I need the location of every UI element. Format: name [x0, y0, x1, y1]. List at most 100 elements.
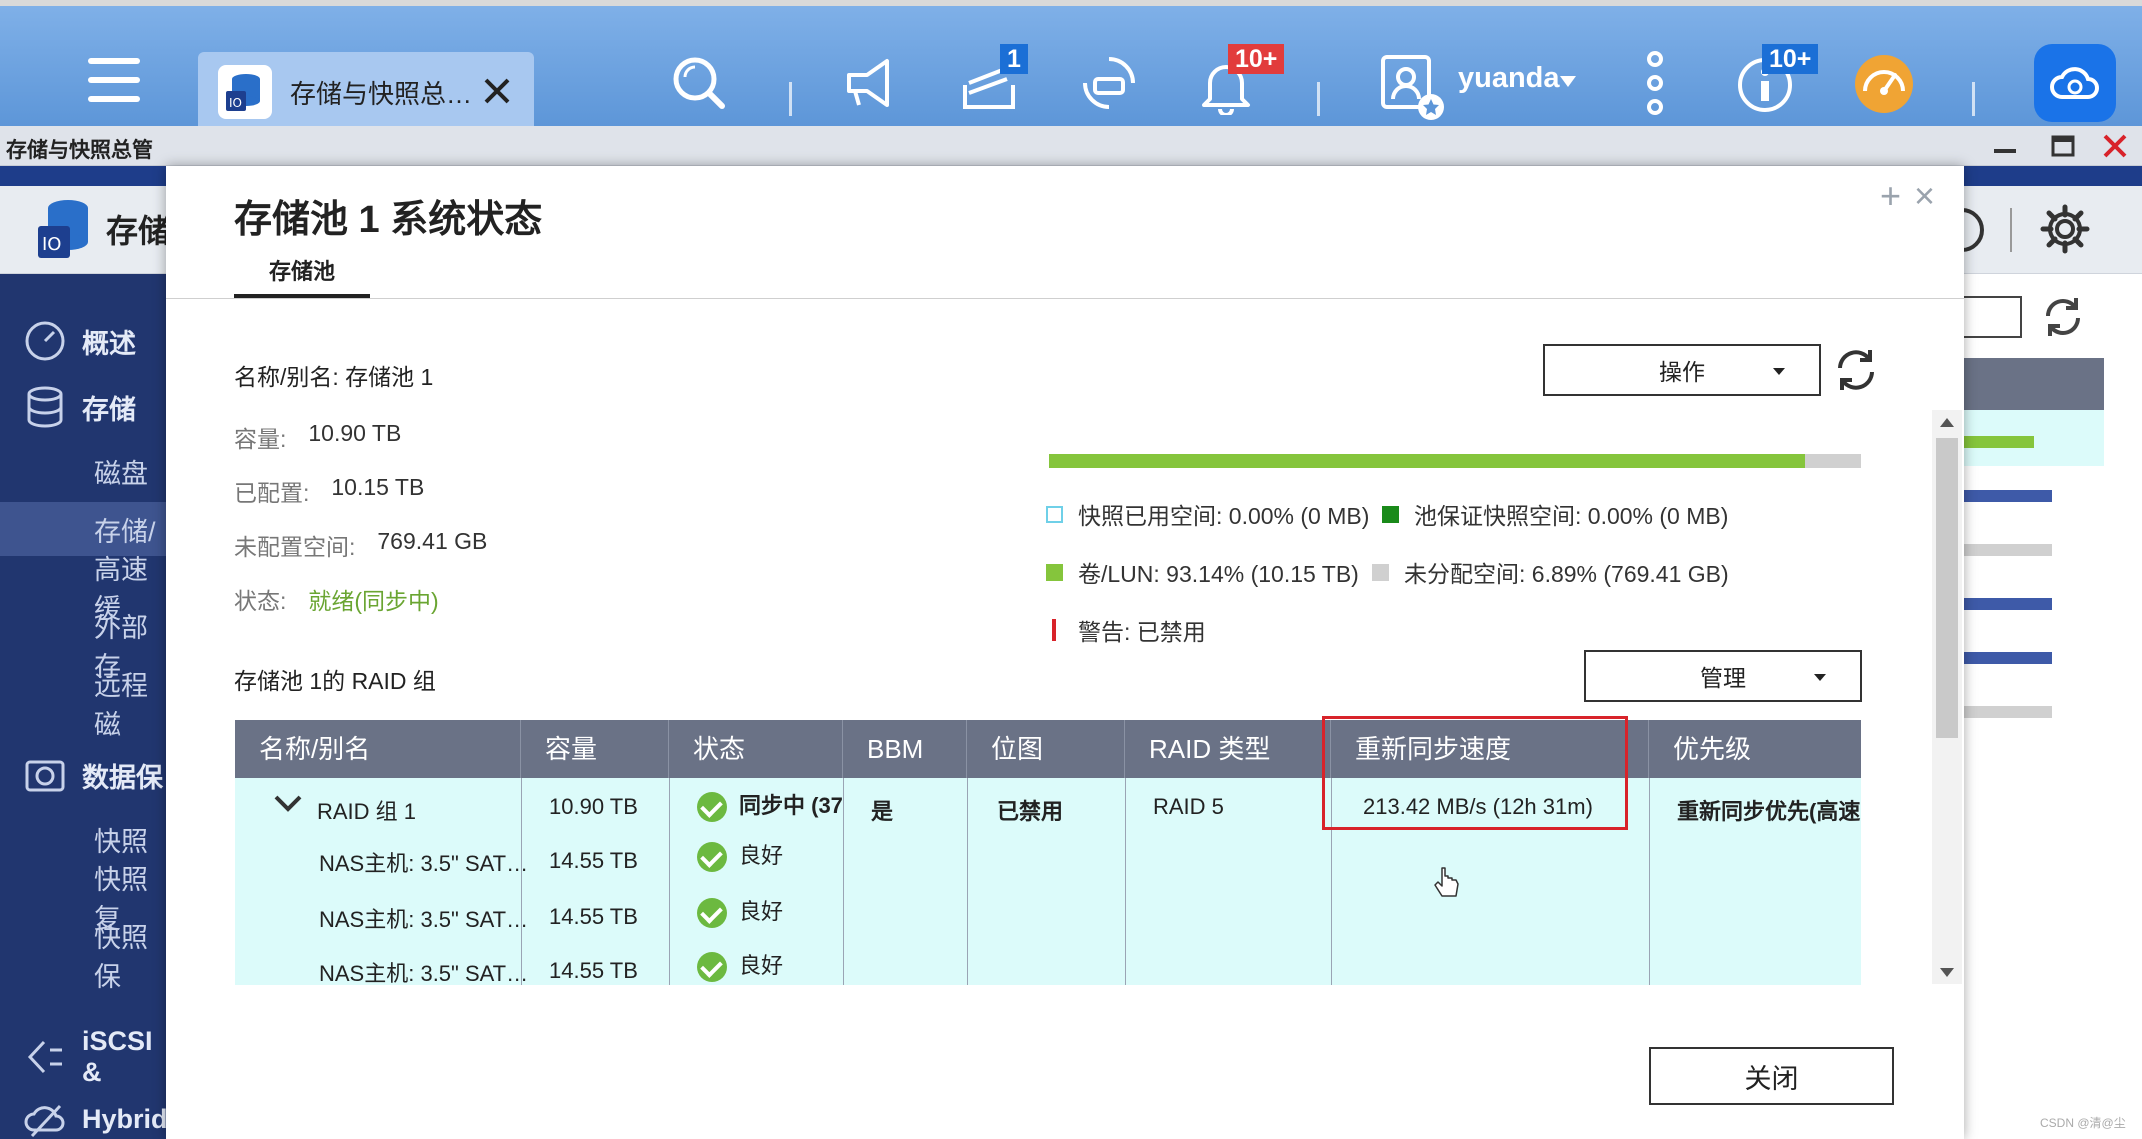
sidebar-item-disks[interactable]: 磁盘: [0, 444, 166, 498]
legend-swatch: [1372, 563, 1389, 581]
check-icon: [697, 898, 727, 929]
sidebar-item-data-protection[interactable]: 数据保: [0, 748, 166, 802]
resource-monitor-icon[interactable]: [1852, 52, 1916, 116]
sidebar-item-snapshot-vault[interactable]: 快照保: [0, 923, 166, 992]
capacity-usage-bar-fill: [1049, 454, 1806, 468]
background-content: [1962, 274, 2142, 1139]
main-menu-icon[interactable]: [84, 50, 144, 110]
mouse-cursor-icon: [1432, 866, 1462, 902]
column-header-priority[interactable]: 优先级: [1649, 720, 1861, 778]
sidebar-item-hybrid[interactable]: Hybrid: [0, 1092, 168, 1139]
announcement-icon[interactable]: [840, 52, 902, 114]
separator: [1972, 82, 1975, 116]
column-header-name[interactable]: 名称/别名: [235, 720, 521, 778]
cloud-icon[interactable]: [2034, 44, 2116, 122]
dialog-title: 存储池 1 系统状态: [234, 199, 543, 241]
scrollbar-thumb[interactable]: [1936, 438, 1958, 738]
legend-text: 未分配空间: 6.89% (769.41 GB): [1404, 561, 1729, 587]
iscsi-icon: [24, 1036, 66, 1078]
legend-volume: 卷/LUN: 93.14% (10.15 TB): [1046, 555, 1359, 589]
legend-text: 快照已用空间: 0.00% (0 MB): [1078, 503, 1370, 529]
close-button[interactable]: 关闭: [1649, 1047, 1894, 1105]
column-header-bitmap[interactable]: 位图: [967, 720, 1125, 778]
vertical-scrollbar[interactable]: [1932, 410, 1962, 984]
gear-icon[interactable]: [2040, 204, 2090, 254]
warning-marker: [1052, 619, 1056, 641]
refresh-icon[interactable]: [2040, 294, 2086, 340]
legend-snapshot: 快照已用空间: 0.00% (0 MB): [1046, 497, 1369, 531]
sidebar-item-label: 快照保: [94, 923, 148, 992]
username[interactable]: yuanda: [1458, 62, 1560, 95]
scroll-down-icon[interactable]: [1940, 968, 1954, 977]
caret-down-icon: [1773, 368, 1785, 375]
status-text: 良好: [739, 843, 784, 868]
close-icon[interactable]: [480, 74, 514, 108]
status-text: 良好: [739, 899, 784, 924]
sidebar-item-storage[interactable]: 存储: [0, 380, 166, 434]
app-title: 存储: [106, 213, 171, 249]
help-icon[interactable]: [1961, 206, 2002, 254]
window-titlebar: 存储与快照总管: [0, 126, 2142, 166]
refresh-icon[interactable]: [1832, 346, 1880, 394]
chevron-down-icon[interactable]: [273, 794, 303, 814]
cell-name: NAS主机: 3.5" SAT…: [319, 961, 529, 985]
info-value: 10.90 TB: [308, 420, 402, 446]
info-key: 未配置空间:: [234, 534, 356, 560]
external-device-icon[interactable]: [1078, 52, 1140, 114]
sidebar-item-iscsi[interactable]: iSCSI &: [0, 1026, 166, 1087]
check-icon: [697, 792, 727, 823]
cell-capacity: 10.90 TB: [549, 794, 638, 819]
table-row-disk[interactable]: NAS主机: 3.5" SAT… 14.55 TB 良好: [235, 940, 1861, 985]
sidebar-item-label: 快照: [94, 826, 148, 857]
capacity-usage-bar: [1049, 454, 1861, 468]
caret-down-icon: [1814, 674, 1826, 681]
sidebar-item-remote-disk[interactable]: 远程磁: [0, 671, 166, 740]
legend-text: 池保证快照空间: 0.00% (0 MB): [1414, 503, 1729, 529]
cell-name: RAID 组 1: [317, 799, 417, 824]
app-tab-storage[interactable]: IO 存储与快照总…: [198, 52, 534, 132]
legend-swatch: [1382, 505, 1399, 523]
check-icon: [697, 952, 727, 983]
info-capacity: 容量: 10.90 TB: [234, 420, 401, 454]
actions-dropdown[interactable]: 操作: [1543, 344, 1821, 396]
legend-text: 卷/LUN: 93.14% (10.15 TB): [1078, 561, 1359, 587]
scroll-up-icon[interactable]: [1940, 418, 1954, 427]
column-header-bbm[interactable]: BBM: [843, 720, 967, 778]
legend-unallocated: 未分配空间: 6.89% (769.41 GB): [1372, 555, 1729, 589]
column-header-status[interactable]: 状态: [669, 720, 843, 778]
status-text: 良好: [739, 953, 784, 978]
manage-dropdown[interactable]: 管理: [1584, 650, 1862, 702]
info-badge: 10+: [1762, 44, 1819, 74]
info-key: 容量:: [234, 426, 287, 452]
table-row-disk[interactable]: NAS主机: 3.5" SAT… 14.55 TB 良好: [235, 886, 1861, 940]
sidebar-item-label: iSCSI &: [82, 1026, 153, 1087]
sidebar-item-label: 磁盘: [94, 458, 148, 489]
tab-storage-pool[interactable]: 存储池: [234, 254, 370, 298]
watermark: CSDN @清@尘: [2040, 1116, 2126, 1130]
cell-bitmap: 已禁用: [997, 799, 1064, 824]
maximize-button[interactable]: [2046, 130, 2080, 162]
sidebar: 概述 存储 磁盘 存储/ 高速缓 外部存 远程磁 数据保 快照 快照复 快照保 …: [0, 274, 168, 1139]
cell-capacity: 14.55 TB: [549, 904, 638, 929]
column-header-raid-type[interactable]: RAID 类型: [1125, 720, 1331, 778]
close-icon[interactable]: ×: [1914, 178, 1935, 214]
more-options-icon[interactable]: [1640, 50, 1670, 116]
hybrid-cloud-icon: [24, 1098, 66, 1139]
close-window-button[interactable]: [2098, 130, 2132, 162]
background-usage-bar: [1962, 598, 2052, 610]
cell-status: 良好: [697, 894, 784, 929]
sidebar-item-overview[interactable]: 概述: [0, 314, 166, 368]
chevron-down-icon[interactable]: [1560, 76, 1576, 87]
table-row-disk[interactable]: NAS主机: 3.5" SAT… 14.55 TB 良好: [235, 832, 1861, 886]
background-usage-bar: [1962, 706, 2052, 718]
column-header-capacity[interactable]: 容量: [521, 720, 669, 778]
expand-icon[interactable]: +: [1880, 178, 1901, 214]
search-icon[interactable]: [668, 52, 730, 114]
cell-name: NAS主机: 3.5" SAT…: [319, 907, 529, 932]
check-icon: [697, 842, 727, 873]
status-text: 同步中 (37: [739, 793, 843, 818]
notifications-badge: 10+: [1228, 44, 1285, 74]
minimize-button[interactable]: [1988, 130, 2022, 162]
user-admin-icon[interactable]: [1378, 52, 1448, 122]
storage-app-icon: IO: [218, 65, 272, 119]
